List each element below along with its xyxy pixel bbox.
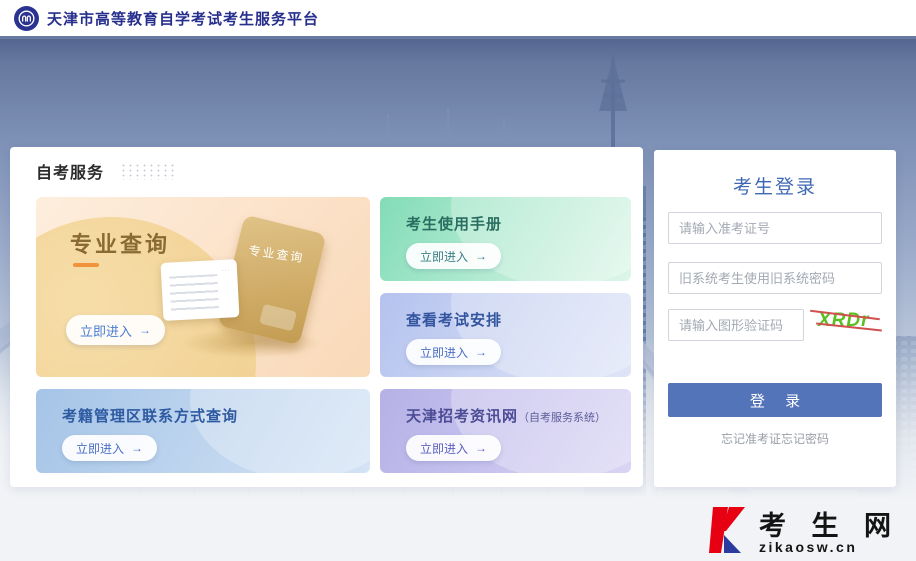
top-header-bar: 天津市高等教育自学考试考生服务平台 <box>0 0 916 36</box>
password-input[interactable] <box>668 262 882 294</box>
zikaosw-watermark-logo[interactable]: 考 生 网 zikaosw.cn <box>708 505 900 556</box>
major-query-enter-button[interactable]: 立即进入 → <box>66 315 166 345</box>
watermark-text: 考 生 网 zikaosw.cn <box>758 511 900 556</box>
service-card-district-contact[interactable]: 考籍管理区联系方式查询 立即进入 → <box>36 389 370 473</box>
watermark-domain: zikaosw.cn <box>758 539 858 555</box>
services-section-header: 自考服务 <box>36 159 177 183</box>
captcha-input[interactable] <box>668 309 804 341</box>
platform-logo-icon <box>14 5 39 31</box>
k-logo-icon <box>708 507 745 553</box>
forgot-credentials-link[interactable]: 忘记准考证忘记密码 <box>654 430 896 447</box>
login-panel: 考生登录 XRDr 登 录 忘记准考证忘记密码 <box>654 150 896 487</box>
book-badge <box>259 303 298 332</box>
major-query-illustration: 专业查询 ... <box>146 205 356 373</box>
arrow-right-icon: → <box>475 249 488 263</box>
service-card-exam-schedule[interactable]: 查看考试安排 立即进入 → <box>380 293 631 377</box>
services-panel: 自考服务 专业查询 专业查询 ... 立即进入 → 考生使用手册 立即进入 → … <box>10 147 643 487</box>
major-query-title: 专业查询 <box>70 232 171 257</box>
service-card-student-manual[interactable]: 考生使用手册 立即进入 → <box>380 197 631 281</box>
services-section-title: 自考服务 <box>36 165 105 182</box>
enter-button-label: 立即进入 <box>420 249 469 264</box>
enter-button-label: 立即进入 <box>420 345 469 360</box>
enter-button-label: 立即进入 <box>76 441 125 456</box>
arrow-right-icon: → <box>131 441 144 455</box>
enter-button-label: 立即进入 <box>420 441 469 456</box>
arrow-right-icon: → <box>475 441 488 455</box>
dots-decoration <box>120 162 177 180</box>
student-manual-title: 考生使用手册 <box>406 216 503 233</box>
login-title: 考生登录 <box>732 177 817 198</box>
service-card-zhaokao-site[interactable]: 天津招考资讯网（自考服务系统） 立即进入 → <box>380 389 631 473</box>
arrow-right-icon: → <box>139 323 152 337</box>
document-dots: ... <box>220 263 232 273</box>
captcha-image[interactable]: XRDr <box>810 302 886 342</box>
district-contact-title: 考籍管理区联系方式查询 <box>62 408 239 425</box>
major-query-underline <box>73 263 99 267</box>
arrow-right-icon: → <box>475 345 488 359</box>
site-title: 天津市高等教育自学考试考生服务平台 <box>47 10 320 28</box>
district-contact-enter-button[interactable]: 立即进入 → <box>62 435 158 461</box>
zhaokao-site-enter-button[interactable]: 立即进入 → <box>406 435 502 461</box>
swoosh-decoration <box>190 389 370 473</box>
document-illustration: ... <box>160 259 240 321</box>
enter-button-label: 立即进入 <box>80 323 133 339</box>
admission-ticket-input[interactable] <box>668 212 882 244</box>
zhaokao-site-subtitle: （自考服务系统） <box>518 412 607 424</box>
zhaokao-site-title-text: 天津招考资讯网 <box>406 408 519 425</box>
student-manual-enter-button[interactable]: 立即进入 → <box>406 243 502 269</box>
service-card-major-query[interactable]: 专业查询 专业查询 ... 立即进入 → <box>36 197 370 377</box>
login-button[interactable]: 登 录 <box>668 383 882 417</box>
zhaokao-site-title: 天津招考资讯网（自考服务系统） <box>406 405 606 426</box>
exam-schedule-enter-button[interactable]: 立即进入 → <box>406 339 502 365</box>
watermark-site-name: 考 生 网 <box>758 511 900 541</box>
document-lines <box>169 274 220 313</box>
book-label: 专业查询 <box>247 243 306 266</box>
exam-schedule-title: 查看考试安排 <box>406 312 503 329</box>
